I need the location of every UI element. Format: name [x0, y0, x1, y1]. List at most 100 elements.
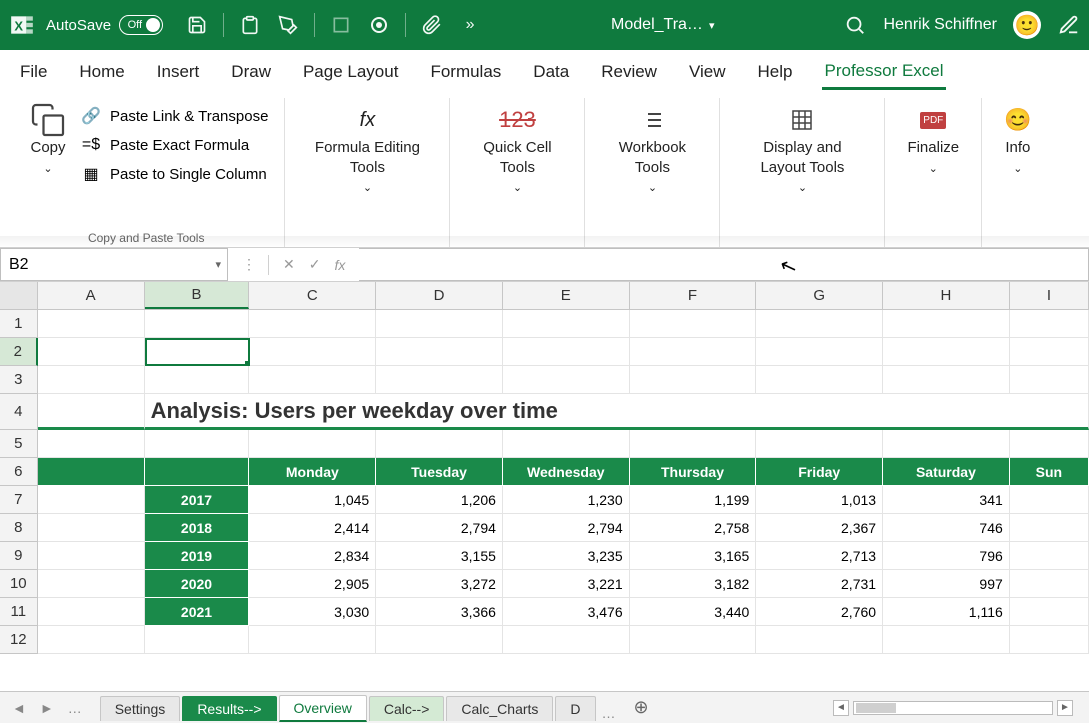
- data-cell[interactable]: 2,905: [249, 570, 376, 598]
- enter-icon[interactable]: ✓: [309, 256, 321, 273]
- tab-insert[interactable]: Insert: [155, 56, 202, 88]
- cell[interactable]: [376, 366, 503, 394]
- paste-icon[interactable]: [238, 13, 262, 37]
- cell[interactable]: [630, 310, 757, 338]
- column-header-B[interactable]: B: [145, 282, 250, 309]
- cell[interactable]: [503, 430, 630, 458]
- name-box[interactable]: B2 ▾: [0, 248, 228, 281]
- add-sheet-button[interactable]: ⊕: [634, 697, 649, 718]
- highlight-icon[interactable]: [329, 13, 353, 37]
- sheet-tab-overview[interactable]: Overview: [279, 695, 367, 722]
- data-cell[interactable]: 2,834: [249, 542, 376, 570]
- cell[interactable]: [1010, 310, 1089, 338]
- data-cell[interactable]: [1010, 486, 1089, 514]
- formula-editing-tools-button[interactable]: fxFormula Editing Tools⌄: [301, 102, 433, 199]
- data-cell[interactable]: 3,440: [630, 598, 757, 626]
- column-header-C[interactable]: C: [249, 282, 376, 309]
- cell[interactable]: [630, 626, 757, 654]
- cell[interactable]: [38, 394, 145, 430]
- avatar[interactable]: 🙂: [1013, 11, 1041, 39]
- table-header[interactable]: Thursday: [630, 458, 757, 486]
- cell[interactable]: [756, 338, 883, 366]
- cell[interactable]: [883, 366, 1010, 394]
- brush-icon[interactable]: [276, 13, 300, 37]
- tab-data[interactable]: Data: [531, 56, 571, 88]
- row-header[interactable]: 4: [0, 394, 38, 430]
- finalize-button[interactable]: PDFFinalize⌄: [901, 102, 965, 180]
- cell[interactable]: [1010, 338, 1089, 366]
- tab-draw[interactable]: Draw: [229, 56, 273, 88]
- row-header[interactable]: 1: [0, 310, 38, 338]
- table-header[interactable]: Friday: [756, 458, 883, 486]
- data-cell[interactable]: 1,206: [376, 486, 503, 514]
- row-header[interactable]: 12: [0, 626, 38, 654]
- tab-professor-excel[interactable]: Professor Excel: [822, 55, 945, 90]
- data-cell[interactable]: 1,013: [756, 486, 883, 514]
- data-cell[interactable]: 2,731: [756, 570, 883, 598]
- data-cell[interactable]: 2,794: [376, 514, 503, 542]
- display-layout-tools-button[interactable]: Display and Layout Tools⌄: [736, 102, 868, 199]
- table-header[interactable]: Wednesday: [503, 458, 630, 486]
- chevron-down-icon[interactable]: ▾: [709, 19, 715, 32]
- data-cell[interactable]: 2,414: [249, 514, 376, 542]
- year-cell[interactable]: 2019: [145, 542, 250, 570]
- paste-link-transpose-button[interactable]: 🔗Paste Link & Transpose: [80, 106, 268, 126]
- cell[interactable]: [630, 338, 757, 366]
- column-header-I[interactable]: I: [1010, 282, 1089, 309]
- cell[interactable]: [503, 366, 630, 394]
- data-cell[interactable]: 2,367: [756, 514, 883, 542]
- cell[interactable]: [376, 310, 503, 338]
- cell[interactable]: [756, 310, 883, 338]
- data-cell[interactable]: [1010, 570, 1089, 598]
- row-header[interactable]: 3: [0, 366, 38, 394]
- cell[interactable]: [883, 626, 1010, 654]
- horizontal-scrollbar[interactable]: ◄ ►: [655, 700, 1081, 716]
- year-cell[interactable]: 2021: [145, 598, 250, 626]
- row-header[interactable]: 9: [0, 542, 38, 570]
- search-icon[interactable]: [843, 13, 867, 37]
- sheet-nav-prev[interactable]: ◄: [8, 700, 30, 716]
- data-cell[interactable]: 3,476: [503, 598, 630, 626]
- save-icon[interactable]: [185, 13, 209, 37]
- data-cell[interactable]: 3,366: [376, 598, 503, 626]
- data-cell[interactable]: [1010, 542, 1089, 570]
- cell[interactable]: [38, 366, 145, 394]
- cell[interactable]: [503, 338, 630, 366]
- quick-cell-tools-button[interactable]: 123Quick Cell Tools⌄: [466, 102, 568, 199]
- data-cell[interactable]: [1010, 598, 1089, 626]
- scroll-left-button[interactable]: ◄: [833, 700, 849, 716]
- sheet-nav-next[interactable]: ►: [36, 700, 58, 716]
- data-cell[interactable]: 1,045: [249, 486, 376, 514]
- data-cell[interactable]: 341: [883, 486, 1010, 514]
- data-cell[interactable]: 1,230: [503, 486, 630, 514]
- dots-icon[interactable]: ⋮: [242, 256, 254, 273]
- sheet-tab-results[interactable]: Results-->: [182, 696, 276, 721]
- cell[interactable]: [38, 458, 145, 486]
- data-cell[interactable]: 2,760: [756, 598, 883, 626]
- sheet-tab-settings[interactable]: Settings: [100, 696, 181, 721]
- data-cell[interactable]: 3,155: [376, 542, 503, 570]
- column-header-E[interactable]: E: [503, 282, 630, 309]
- fx-icon[interactable]: fx: [334, 257, 345, 273]
- copy-button[interactable]: Copy ⌄: [24, 102, 72, 180]
- tab-file[interactable]: File: [18, 56, 49, 88]
- pen-icon[interactable]: [1057, 13, 1081, 37]
- cell[interactable]: [376, 626, 503, 654]
- row-header[interactable]: 10: [0, 570, 38, 598]
- cell[interactable]: [1010, 366, 1089, 394]
- tab-page-layout[interactable]: Page Layout: [301, 56, 400, 88]
- cell[interactable]: [756, 626, 883, 654]
- data-cell[interactable]: 1,116: [883, 598, 1010, 626]
- cell[interactable]: [38, 310, 145, 338]
- cell[interactable]: [756, 430, 883, 458]
- sheet-nav-more[interactable]: …: [64, 700, 86, 716]
- tab-home[interactable]: Home: [77, 56, 126, 88]
- autosave-toggle[interactable]: AutoSave Off: [46, 15, 163, 35]
- row-header[interactable]: 11: [0, 598, 38, 626]
- scroll-right-button[interactable]: ►: [1057, 700, 1073, 716]
- paste-exact-formula-button[interactable]: =$Paste Exact Formula: [80, 136, 268, 154]
- column-header-G[interactable]: G: [756, 282, 883, 309]
- formula-input[interactable]: [359, 248, 1089, 281]
- select-all-corner[interactable]: [0, 282, 38, 309]
- data-cell[interactable]: 2,713: [756, 542, 883, 570]
